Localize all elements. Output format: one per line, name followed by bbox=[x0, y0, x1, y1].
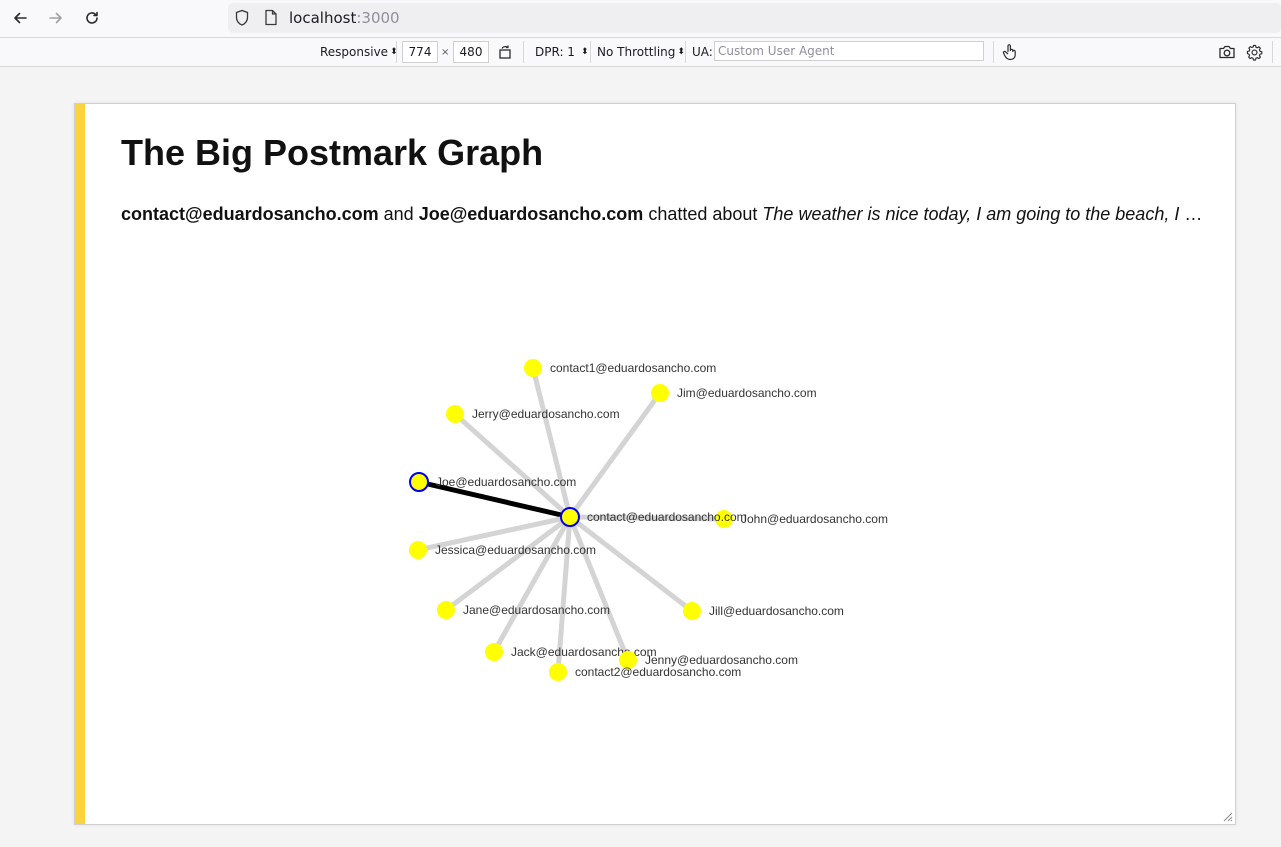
url-text[interactable]: localhost:3000 bbox=[289, 9, 400, 27]
touch-simulation-button[interactable] bbox=[1002, 38, 1018, 66]
divider bbox=[685, 41, 686, 63]
reload-icon bbox=[86, 11, 98, 24]
graph-node[interactable]: contact2@eduardosancho.com bbox=[549, 663, 741, 681]
graph-node-circle[interactable] bbox=[651, 384, 669, 402]
reload-button[interactable] bbox=[79, 6, 105, 30]
graph-node[interactable]: Jessica@eduardosancho.com bbox=[409, 541, 596, 559]
browser-toolbar: localhost:3000 bbox=[0, 0, 1281, 38]
shield-icon[interactable] bbox=[234, 9, 250, 27]
url-host: localhost bbox=[289, 9, 357, 27]
forward-button[interactable] bbox=[43, 6, 69, 30]
graph-node-circle[interactable] bbox=[409, 541, 427, 559]
gear-icon bbox=[1246, 44, 1263, 61]
dpr-label: DPR: 1 bbox=[535, 45, 575, 59]
graph-edge bbox=[491, 515, 573, 654]
graph-node[interactable]: Jim@eduardosancho.com bbox=[651, 384, 817, 402]
url-port: :3000 bbox=[356, 9, 400, 27]
email-graph: contact1@eduardosancho.com Jim@eduardosan… bbox=[409, 359, 888, 681]
graph-node-label: contact@eduardosancho.com bbox=[587, 510, 747, 524]
divider bbox=[993, 41, 994, 63]
screenshot-button[interactable] bbox=[1218, 38, 1236, 66]
device-selector[interactable]: Responsive ⬍ bbox=[320, 38, 398, 66]
graph-node[interactable]: contact@eduardosancho.com bbox=[560, 507, 747, 527]
divider bbox=[523, 41, 524, 63]
graph-node-label: Jill@eduardosancho.com bbox=[709, 604, 844, 618]
graph-node[interactable]: Jane@eduardosancho.com bbox=[437, 601, 610, 619]
settings-button[interactable] bbox=[1246, 38, 1263, 66]
address-bar[interactable]: localhost:3000 bbox=[228, 3, 1281, 33]
arrow-left-icon bbox=[14, 12, 27, 24]
arrow-right-icon bbox=[49, 12, 62, 24]
hand-pointer-icon bbox=[1002, 44, 1016, 61]
dpr-selector[interactable]: DPR: 1 ⬍ bbox=[535, 38, 588, 66]
divider bbox=[396, 41, 397, 63]
graph-node-circle[interactable] bbox=[485, 643, 503, 661]
throttling-selector[interactable]: No Throttling ⬍ bbox=[597, 38, 685, 66]
graph-node[interactable]: Joe@eduardosancho.com bbox=[409, 472, 576, 492]
divider bbox=[1272, 41, 1273, 63]
graph-node-label: contact1@eduardosancho.com bbox=[550, 361, 716, 375]
graph-node[interactable]: contact1@eduardosancho.com bbox=[524, 359, 716, 377]
graph-edge bbox=[530, 367, 573, 518]
graph-node-circle[interactable] bbox=[409, 472, 429, 492]
graph-node-label: Jessica@eduardosancho.com bbox=[435, 543, 596, 557]
graph-node[interactable]: Jill@eduardosancho.com bbox=[683, 602, 844, 620]
responsive-toolbar: Responsive ⬍ 774 × 480 DPR: 1 ⬍ No Throt… bbox=[0, 38, 1281, 67]
divider bbox=[590, 41, 591, 63]
graph-node-label: Jim@eduardosancho.com bbox=[677, 386, 817, 400]
updown-icon: ⬍ bbox=[677, 47, 685, 57]
updown-icon: ⬍ bbox=[580, 47, 589, 57]
viewport-height-input[interactable]: 480 bbox=[453, 41, 489, 63]
graph-node-label: Joe@eduardosancho.com bbox=[436, 475, 576, 489]
graph-node[interactable]: Jerry@eduardosancho.com bbox=[446, 405, 620, 423]
rotate-icon bbox=[499, 45, 511, 59]
back-button[interactable] bbox=[7, 6, 33, 30]
graph-node-circle[interactable] bbox=[446, 405, 464, 423]
resize-grip-icon[interactable] bbox=[1221, 810, 1233, 822]
graph-node-circle[interactable] bbox=[683, 602, 701, 620]
graph-node-label: Jerry@eduardosancho.com bbox=[472, 407, 620, 421]
graph-node-label: contact2@eduardosancho.com bbox=[575, 665, 741, 679]
graph-node-circle[interactable] bbox=[549, 663, 567, 681]
page-icon[interactable] bbox=[264, 9, 278, 26]
rotate-button[interactable] bbox=[497, 38, 513, 66]
graph-node-circle[interactable] bbox=[437, 601, 455, 619]
graph-node-label: Jane@eduardosancho.com bbox=[463, 603, 610, 617]
times-sign: × bbox=[441, 46, 450, 58]
ua-label: UA: bbox=[692, 45, 713, 59]
throttling-label: No Throttling bbox=[597, 45, 676, 59]
user-agent-input[interactable]: Custom User Agent bbox=[714, 41, 984, 61]
viewport-width-input[interactable]: 774 bbox=[402, 41, 438, 63]
device-label: Responsive bbox=[320, 45, 389, 59]
responsive-viewport: The Big Postmark Graph contact@eduardosa… bbox=[74, 103, 1236, 825]
camera-icon bbox=[1219, 45, 1235, 59]
graph-node-circle[interactable] bbox=[524, 359, 542, 377]
graph-node-circle[interactable] bbox=[560, 507, 580, 527]
graph-node-label: John@eduardosancho.com bbox=[741, 512, 888, 526]
